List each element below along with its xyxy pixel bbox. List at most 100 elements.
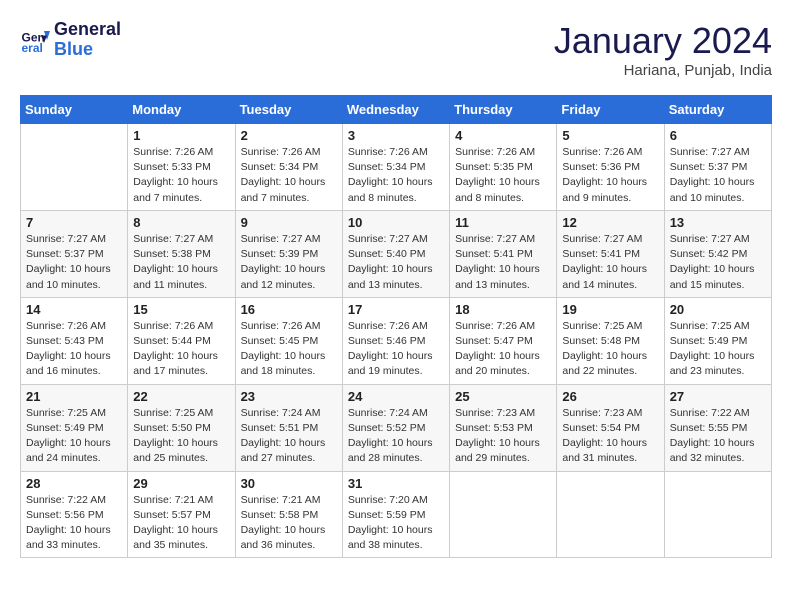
day-number: 17 xyxy=(348,302,444,317)
day-number: 4 xyxy=(455,128,551,143)
calendar-week-row: 28 Sunrise: 7:22 AM Sunset: 5:56 PM Dayli… xyxy=(21,471,772,558)
day-info: Sunrise: 7:26 AM Sunset: 5:33 PM Dayligh… xyxy=(133,145,229,206)
day-number: 31 xyxy=(348,476,444,491)
calendar-day-13: 13Sunrise: 7:27 AM Sunset: 5:42 PM Dayli… xyxy=(664,210,771,297)
calendar-body: 1 Sunrise: 7:26 AM Sunset: 5:33 PM Daylig… xyxy=(21,124,772,558)
day-number: 25 xyxy=(455,389,551,404)
day-info: Sunrise: 7:20 AM Sunset: 5:59 PM Dayligh… xyxy=(348,493,444,554)
day-number: 28 xyxy=(26,476,122,491)
day-number: 2 xyxy=(241,128,337,143)
calendar-header: SundayMondayTuesdayWednesdayThursdayFrid… xyxy=(21,96,772,124)
weekday-header-friday: Friday xyxy=(557,96,664,124)
calendar-day-24: 24Sunrise: 7:24 AM Sunset: 5:52 PM Dayli… xyxy=(342,384,449,471)
weekday-header-tuesday: Tuesday xyxy=(235,96,342,124)
day-number: 20 xyxy=(670,302,766,317)
day-info: Sunrise: 7:26 AM Sunset: 5:34 PM Dayligh… xyxy=(241,145,337,206)
day-info: Sunrise: 7:27 AM Sunset: 5:40 PM Dayligh… xyxy=(348,232,444,293)
day-number: 23 xyxy=(241,389,337,404)
day-info: Sunrise: 7:27 AM Sunset: 5:39 PM Dayligh… xyxy=(241,232,337,293)
day-info: Sunrise: 7:21 AM Sunset: 5:57 PM Dayligh… xyxy=(133,493,229,554)
day-info: Sunrise: 7:24 AM Sunset: 5:52 PM Dayligh… xyxy=(348,406,444,467)
calendar-day-12: 12 Sunrise: 7:27 AM Sunset: 5:41 PM Dayli… xyxy=(557,210,664,297)
calendar-day-6: 6 Sunrise: 7:27 AM Sunset: 5:37 PM Daylig… xyxy=(664,124,771,211)
day-info: Sunrise: 7:26 AM Sunset: 5:46 PM Dayligh… xyxy=(348,319,444,380)
day-info: Sunrise: 7:22 AM Sunset: 5:55 PM Dayligh… xyxy=(670,406,766,467)
day-number: 26 xyxy=(562,389,658,404)
calendar-day-10: 10 Sunrise: 7:27 AM Sunset: 5:40 PM Dayli… xyxy=(342,210,449,297)
day-info: Sunrise: 7:27 AM Sunset: 5:38 PM Dayligh… xyxy=(133,232,229,293)
calendar-day-19: 19 Sunrise: 7:25 AM Sunset: 5:48 PM Dayli… xyxy=(557,297,664,384)
day-number: 22 xyxy=(133,389,229,404)
weekday-header-sunday: Sunday xyxy=(21,96,128,124)
svg-text:eral: eral xyxy=(22,41,43,55)
calendar-empty-cell xyxy=(450,471,557,558)
day-info: Sunrise: 7:25 AM Sunset: 5:49 PM Dayligh… xyxy=(670,319,766,380)
calendar-day-1: 1 Sunrise: 7:26 AM Sunset: 5:33 PM Daylig… xyxy=(128,124,235,211)
day-number: 19 xyxy=(562,302,658,317)
calendar-day-21: 21 Sunrise: 7:25 AM Sunset: 5:49 PM Dayli… xyxy=(21,384,128,471)
calendar-empty-cell xyxy=(557,471,664,558)
weekday-header-wednesday: Wednesday xyxy=(342,96,449,124)
day-info: Sunrise: 7:23 AM Sunset: 5:53 PM Dayligh… xyxy=(455,406,551,467)
day-number: 27 xyxy=(670,389,766,404)
day-info: Sunrise: 7:26 AM Sunset: 5:44 PM Dayligh… xyxy=(133,319,229,380)
day-info: Sunrise: 7:26 AM Sunset: 5:47 PM Dayligh… xyxy=(455,319,551,380)
calendar-week-row: 7Sunrise: 7:27 AM Sunset: 5:37 PM Daylig… xyxy=(21,210,772,297)
calendar-day-31: 31 Sunrise: 7:20 AM Sunset: 5:59 PM Dayli… xyxy=(342,471,449,558)
day-number: 13 xyxy=(670,215,766,230)
calendar-day-27: 27 Sunrise: 7:22 AM Sunset: 5:55 PM Dayli… xyxy=(664,384,771,471)
day-number: 21 xyxy=(26,389,122,404)
day-number: 1 xyxy=(133,128,229,143)
day-number: 10 xyxy=(348,215,444,230)
calendar-week-row: 14 Sunrise: 7:26 AM Sunset: 5:43 PM Dayli… xyxy=(21,297,772,384)
calendar-day-8: 8 Sunrise: 7:27 AM Sunset: 5:38 PM Daylig… xyxy=(128,210,235,297)
day-number: 9 xyxy=(241,215,337,230)
calendar-day-29: 29 Sunrise: 7:21 AM Sunset: 5:57 PM Dayli… xyxy=(128,471,235,558)
day-number: 29 xyxy=(133,476,229,491)
day-info: Sunrise: 7:26 AM Sunset: 5:36 PM Dayligh… xyxy=(562,145,658,206)
day-info: Sunrise: 7:26 AM Sunset: 5:45 PM Dayligh… xyxy=(241,319,337,380)
day-number: 14 xyxy=(26,302,122,317)
day-number: 6 xyxy=(670,128,766,143)
day-info: Sunrise: 7:26 AM Sunset: 5:35 PM Dayligh… xyxy=(455,145,551,206)
calendar-day-17: 17 Sunrise: 7:26 AM Sunset: 5:46 PM Dayli… xyxy=(342,297,449,384)
calendar-empty-cell xyxy=(21,124,128,211)
calendar-day-22: 22 Sunrise: 7:25 AM Sunset: 5:50 PM Dayli… xyxy=(128,384,235,471)
calendar-day-18: 18Sunrise: 7:26 AM Sunset: 5:47 PM Dayli… xyxy=(450,297,557,384)
calendar-day-5: 5Sunrise: 7:26 AM Sunset: 5:36 PM Daylig… xyxy=(557,124,664,211)
day-info: Sunrise: 7:25 AM Sunset: 5:50 PM Dayligh… xyxy=(133,406,229,467)
day-info: Sunrise: 7:27 AM Sunset: 5:41 PM Dayligh… xyxy=(562,232,658,293)
day-number: 12 xyxy=(562,215,658,230)
calendar-day-20: 20 Sunrise: 7:25 AM Sunset: 5:49 PM Dayli… xyxy=(664,297,771,384)
title-block: January 2024 Hariana, Punjab, India xyxy=(554,20,772,79)
calendar-day-23: 23 Sunrise: 7:24 AM Sunset: 5:51 PM Dayli… xyxy=(235,384,342,471)
day-info: Sunrise: 7:26 AM Sunset: 5:43 PM Dayligh… xyxy=(26,319,122,380)
calendar-day-4: 4 Sunrise: 7:26 AM Sunset: 5:35 PM Daylig… xyxy=(450,124,557,211)
calendar-day-30: 30Sunrise: 7:21 AM Sunset: 5:58 PM Dayli… xyxy=(235,471,342,558)
logo-text: General Blue xyxy=(54,20,121,60)
calendar-empty-cell xyxy=(664,471,771,558)
day-number: 30 xyxy=(241,476,337,491)
calendar-day-25: 25 Sunrise: 7:23 AM Sunset: 5:53 PM Dayli… xyxy=(450,384,557,471)
day-info: Sunrise: 7:25 AM Sunset: 5:49 PM Dayligh… xyxy=(26,406,122,467)
day-info: Sunrise: 7:24 AM Sunset: 5:51 PM Dayligh… xyxy=(241,406,337,467)
location: Hariana, Punjab, India xyxy=(554,62,772,79)
logo: Gen eral General Blue xyxy=(20,20,121,60)
day-number: 7 xyxy=(26,215,122,230)
calendar-day-28: 28 Sunrise: 7:22 AM Sunset: 5:56 PM Dayli… xyxy=(21,471,128,558)
calendar-day-2: 2 Sunrise: 7:26 AM Sunset: 5:34 PM Daylig… xyxy=(235,124,342,211)
page-header: Gen eral General Blue January 2024 Haria… xyxy=(20,20,772,79)
weekday-header-row: SundayMondayTuesdayWednesdayThursdayFrid… xyxy=(21,96,772,124)
logo-icon: Gen eral xyxy=(20,25,50,55)
day-info: Sunrise: 7:27 AM Sunset: 5:41 PM Dayligh… xyxy=(455,232,551,293)
weekday-header-thursday: Thursday xyxy=(450,96,557,124)
day-number: 3 xyxy=(348,128,444,143)
day-info: Sunrise: 7:27 AM Sunset: 5:37 PM Dayligh… xyxy=(670,145,766,206)
day-info: Sunrise: 7:25 AM Sunset: 5:48 PM Dayligh… xyxy=(562,319,658,380)
calendar-day-14: 14 Sunrise: 7:26 AM Sunset: 5:43 PM Dayli… xyxy=(21,297,128,384)
calendar-day-3: 3Sunrise: 7:26 AM Sunset: 5:34 PM Daylig… xyxy=(342,124,449,211)
day-info: Sunrise: 7:23 AM Sunset: 5:54 PM Dayligh… xyxy=(562,406,658,467)
day-info: Sunrise: 7:22 AM Sunset: 5:56 PM Dayligh… xyxy=(26,493,122,554)
calendar-day-11: 11Sunrise: 7:27 AM Sunset: 5:41 PM Dayli… xyxy=(450,210,557,297)
day-number: 8 xyxy=(133,215,229,230)
